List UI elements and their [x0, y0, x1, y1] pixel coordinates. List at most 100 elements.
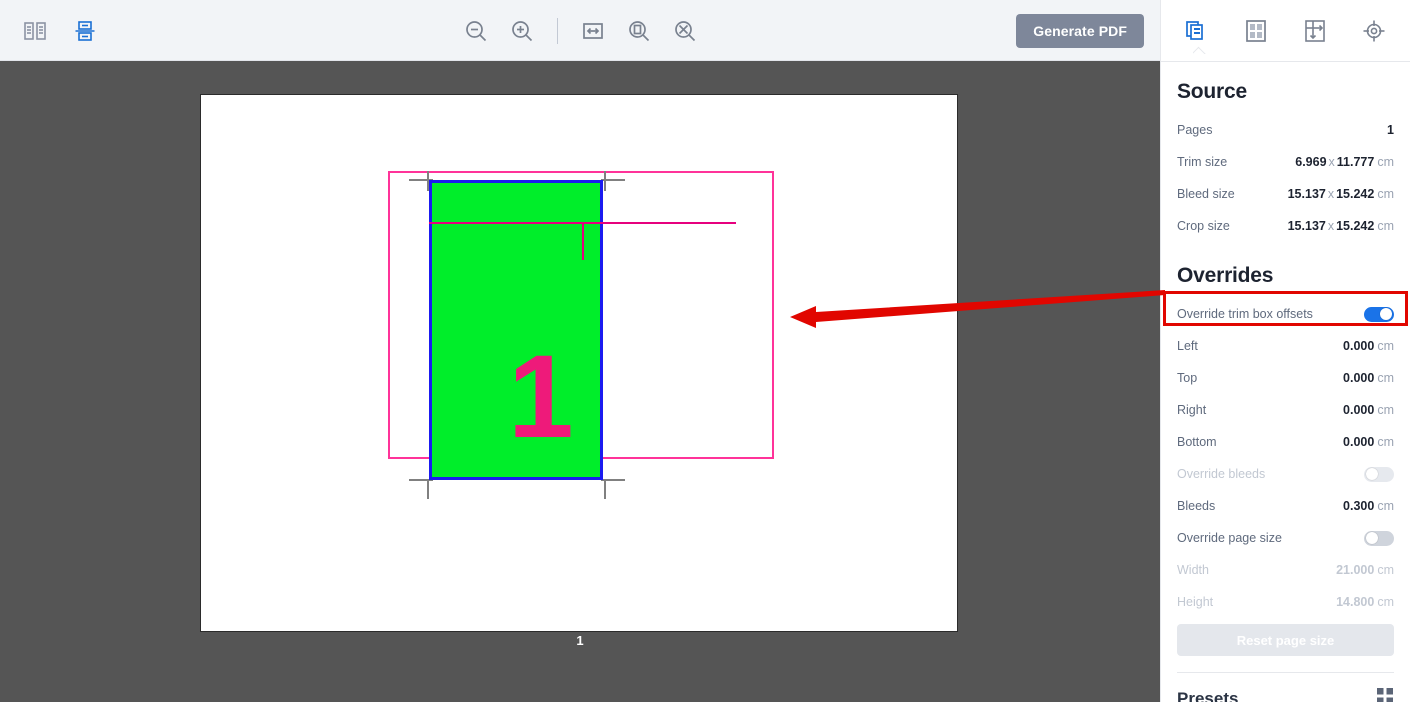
height-value: 14.800: [1336, 595, 1375, 609]
left-unit: cm: [1377, 339, 1394, 353]
override-page-size-label: Override page size: [1177, 531, 1282, 545]
row-width: Width 21.000 cm: [1177, 554, 1394, 586]
dimension-separator: x: [1327, 187, 1335, 201]
width-label: Width: [1177, 563, 1209, 577]
active-tab-caret: [1193, 46, 1207, 54]
row-crop-size-label: Crop size: [1177, 219, 1230, 233]
app-root: Generate PDF 1 1 Source Pages 1 Trim siz…: [0, 0, 1410, 702]
row-pages: Pages 1: [1177, 114, 1394, 146]
row-bleed-size-value: 15.137 x 15.242 cm: [1288, 187, 1394, 201]
preview-canvas[interactable]: 1 1: [0, 61, 1160, 702]
row-trim-size-label: Trim size: [1177, 155, 1228, 169]
height-unit: cm: [1377, 595, 1394, 609]
override-trim-toggle[interactable]: [1364, 306, 1394, 322]
row-trim-size-value: 6.969 x 11.777 cm: [1295, 155, 1394, 169]
override-page-size-toggle[interactable]: [1364, 530, 1394, 546]
page-sheet[interactable]: 1: [200, 94, 958, 632]
trim-width: 6.969: [1295, 155, 1327, 169]
panel-content: Source Pages 1 Trim size 6.969 x 11.777 cm …: [1161, 80, 1410, 702]
actual-size-icon[interactable]: [668, 14, 702, 48]
page-number-label: 1: [576, 633, 584, 648]
bleeds-unit: cm: [1377, 499, 1394, 513]
zoom-out-icon[interactable]: [459, 14, 493, 48]
presets-section[interactable]: Presets: [1177, 673, 1394, 702]
crop-width: 15.137: [1287, 219, 1326, 233]
guide-line-vertical: [582, 222, 584, 260]
fit-width-icon[interactable]: [576, 14, 610, 48]
fit-page-icon[interactable]: [622, 14, 656, 48]
top-unit: cm: [1377, 371, 1394, 385]
height-label: Height: [1177, 595, 1214, 609]
trim-height: 11.777: [1336, 155, 1375, 169]
right-panel: Source Pages 1 Trim size 6.969 x 11.777 cm …: [1160, 0, 1410, 702]
source-tab[interactable]: [1175, 9, 1219, 53]
artwork-page-numeral: 1: [508, 331, 574, 463]
bleed-width: 15.137: [1287, 187, 1326, 201]
row-height: Height 14.800 cm: [1177, 586, 1394, 618]
crop-mark-top-right-h: [601, 179, 625, 181]
bottom-unit: cm: [1377, 435, 1394, 449]
row-crop-size: Crop size 15.137 x 15.242 cm: [1177, 210, 1394, 242]
zoom-in-icon[interactable]: [505, 14, 539, 48]
marks-tab[interactable]: [1352, 9, 1396, 53]
toggle-knob: [1366, 532, 1378, 544]
bottom-value-wrap: 0.000 cm: [1343, 435, 1394, 449]
right-label: Right: [1177, 403, 1207, 417]
top-value[interactable]: 0.000: [1343, 371, 1374, 385]
bleeds-value[interactable]: 0.300: [1343, 499, 1374, 513]
crop-mark-bottom-right-h: [601, 479, 625, 481]
right-value[interactable]: 0.000: [1343, 403, 1374, 417]
toggle-knob: [1366, 468, 1378, 480]
crop-mark-bottom-left-v: [427, 479, 429, 499]
bottom-label: Bottom: [1177, 435, 1217, 449]
top-toolbar: Generate PDF: [0, 0, 1160, 61]
row-right: Right 0.000 cm: [1177, 394, 1394, 426]
row-bottom: Bottom 0.000 cm: [1177, 426, 1394, 458]
left-label: Left: [1177, 339, 1198, 353]
toolbar-right-group: Generate PDF: [1016, 0, 1144, 61]
presets-title: Presets: [1177, 688, 1239, 702]
bottom-value[interactable]: 0.000: [1343, 435, 1374, 449]
toolbar-divider: [556, 17, 558, 44]
override-bleeds-toggle: [1364, 466, 1394, 482]
row-bleed-size-label: Bleed size: [1177, 187, 1235, 201]
layout-tab[interactable]: [1234, 9, 1278, 53]
dimension-separator: x: [1327, 219, 1335, 233]
row-pages-label: Pages: [1177, 123, 1213, 137]
offsets-tab[interactable]: [1293, 9, 1337, 53]
row-pages-value: 1: [1387, 123, 1394, 137]
right-value-wrap: 0.000 cm: [1343, 403, 1394, 417]
crop-height: 15.242: [1336, 219, 1375, 233]
panel-tab-bar: [1161, 0, 1410, 62]
row-override-bleeds: Override bleeds: [1177, 458, 1394, 490]
bleed-unit: cm: [1377, 187, 1394, 201]
row-top: Top 0.000 cm: [1177, 362, 1394, 394]
artwork-trim-box: 1: [429, 180, 603, 480]
height-value-wrap: 14.800 cm: [1336, 595, 1394, 609]
trim-unit: cm: [1377, 155, 1394, 169]
preset-grid-icon[interactable]: [1376, 687, 1394, 702]
right-unit: cm: [1377, 403, 1394, 417]
toolbar-zoom-group: [0, 0, 1160, 61]
dimension-separator: x: [1328, 155, 1335, 169]
top-label: Top: [1177, 371, 1198, 385]
toggle-knob: [1380, 308, 1392, 320]
generate-pdf-button[interactable]: Generate PDF: [1016, 13, 1144, 48]
width-value-wrap: 21.000 cm: [1336, 563, 1394, 577]
bleeds-label: Bleeds: [1177, 499, 1216, 513]
crop-unit: cm: [1377, 219, 1394, 233]
width-unit: cm: [1377, 563, 1394, 577]
bleeds-value-wrap: 0.300 cm: [1343, 499, 1394, 513]
override-bleeds-label: Override bleeds: [1177, 467, 1266, 481]
row-bleed-size: Bleed size 15.137 x 15.242 cm: [1177, 178, 1394, 210]
width-value: 21.000: [1336, 563, 1375, 577]
top-value-wrap: 0.000 cm: [1343, 371, 1394, 385]
left-value[interactable]: 0.000: [1343, 339, 1374, 353]
row-bleeds: Bleeds 0.300 cm: [1177, 490, 1394, 522]
row-override-trim-box-offsets[interactable]: Override trim box offsets: [1177, 298, 1394, 330]
overrides-section-title: Overrides: [1177, 264, 1274, 287]
bleed-height: 15.242: [1336, 187, 1375, 201]
crop-mark-top-right-v: [604, 171, 606, 191]
row-override-page-size[interactable]: Override page size: [1177, 522, 1394, 554]
row-trim-size: Trim size 6.969 x 11.777 cm: [1177, 146, 1394, 178]
